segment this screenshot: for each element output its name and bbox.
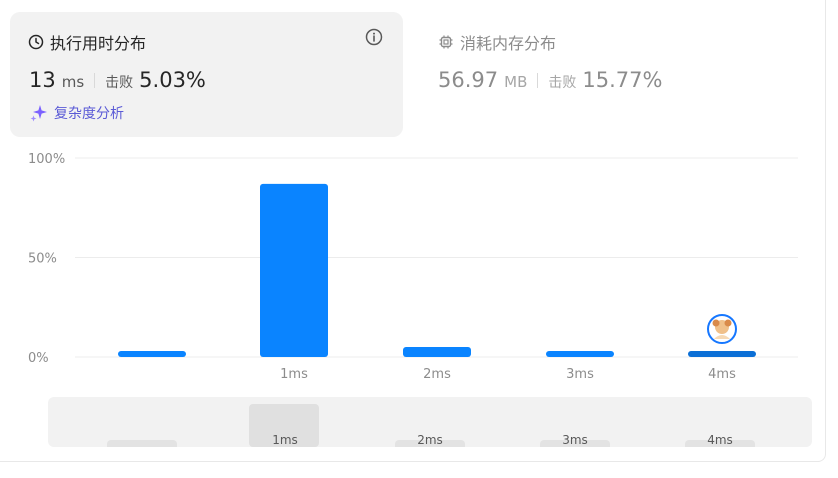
- navigator-label: 3ms: [562, 433, 588, 447]
- navigator-bar: [107, 440, 177, 447]
- runtime-title-text: 执行用时分布: [50, 34, 147, 53]
- memory-unit: MB: [504, 73, 528, 91]
- user-avatar-marker[interactable]: [707, 314, 737, 345]
- chart-range-navigator[interactable]: 1ms 2ms 3ms 4ms: [48, 397, 812, 447]
- x-tick-label: 2ms: [423, 367, 451, 382]
- x-tick-label: 1ms: [280, 367, 308, 382]
- sparkle-icon: [30, 105, 47, 122]
- clock-icon: [28, 34, 44, 50]
- memory-beat-value: 15.77%: [582, 68, 663, 92]
- x-tick-label: 3ms: [566, 367, 594, 382]
- bar: [118, 351, 186, 357]
- runtime-distribution-chart: 0% 50% 100% 1ms 2ms 3ms 4ms: [28, 152, 798, 382]
- x-tick-label: 4ms: [708, 367, 736, 382]
- y-tick-label: 50%: [28, 252, 57, 267]
- memory-value: 56.97: [438, 68, 499, 92]
- runtime-beat-value: 5.03%: [139, 68, 206, 92]
- y-tick-label: 100%: [28, 152, 65, 167]
- chip-icon: [439, 35, 453, 49]
- divider: [537, 72, 539, 88]
- memory-title-text: 消耗内存分布: [460, 34, 557, 53]
- memory-title: 消耗内存分布: [438, 30, 556, 54]
- navigator-label: 1ms: [272, 433, 298, 447]
- complexity-analysis-link[interactable]: 复杂度分析: [29, 103, 124, 123]
- navigator-label: 2ms: [417, 433, 443, 447]
- runtime-unit: ms: [61, 73, 85, 91]
- memory-card[interactable]: 消耗内存分布 56.97 MB 击败 15.77%: [424, 12, 817, 137]
- divider: [94, 72, 96, 88]
- memory-beat-label: 击败: [548, 75, 577, 91]
- runtime-beat-label: 击败: [105, 75, 134, 91]
- runtime-title: 执行用时分布: [28, 30, 146, 54]
- navigator-label: 4ms: [707, 433, 733, 447]
- runtime-value: 13: [29, 68, 56, 92]
- runtime-stats: 13 ms 击败 5.03%: [29, 68, 206, 92]
- runtime-card[interactable]: 执行用时分布 13 ms 击败 5.03% 复杂度分析: [10, 12, 403, 137]
- runtime-distribution-panel: 执行用时分布 13 ms 击败 5.03% 复杂度分析 消耗内存分布 56.97…: [0, 0, 826, 462]
- bar: [546, 351, 614, 357]
- bar: [688, 351, 756, 357]
- info-icon[interactable]: [365, 28, 383, 50]
- bar: [403, 347, 471, 357]
- y-tick-label: 0%: [28, 351, 49, 366]
- memory-stats: 56.97 MB 击败 15.77%: [438, 68, 662, 92]
- bar: [260, 183, 328, 357]
- complexity-link-text: 复杂度分析: [54, 106, 124, 122]
